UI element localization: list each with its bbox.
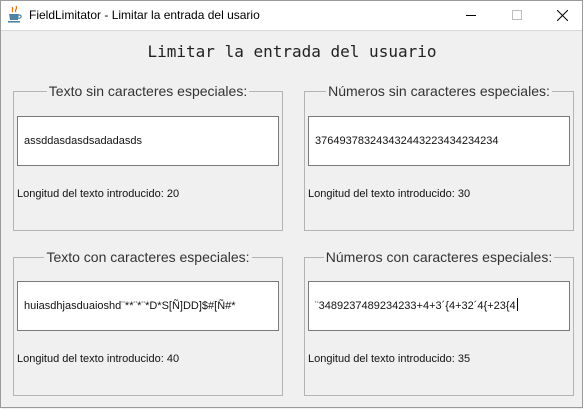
- panel-title: Números con caracteres especiales:: [323, 249, 555, 265]
- length-label: Longitud del texto introducido: 40: [17, 353, 180, 365]
- field-value: huiasdhjasduaioshd¨**¨*¨*D*S[Ñ]DD]$#[Ñ#*: [24, 300, 236, 312]
- length-label: Longitud del texto introducido: 20: [17, 188, 180, 200]
- panel-title: Texto con caracteres especiales:: [44, 249, 252, 265]
- panel-title: Números sin caracteres especiales:: [326, 83, 552, 99]
- length-label: Longitud del texto introducido: 30: [308, 188, 471, 200]
- close-button[interactable]: [539, 0, 585, 30]
- page-title: Limitar la entrada del usuario: [147, 42, 437, 61]
- texto-sin-especiales-input[interactable]: assddasdasdsadadasds: [17, 116, 279, 166]
- maximize-icon: [512, 10, 522, 20]
- minimize-icon: [466, 15, 476, 16]
- texto-con-especiales-input[interactable]: huiasdhjasduaioshd¨**¨*¨*D*S[Ñ]DD]$#[Ñ#*: [17, 281, 279, 331]
- panel-texto-con-especiales: Texto con caracteres especiales: huiasdh…: [13, 249, 283, 396]
- text-caret: [516, 298, 518, 311]
- field-value: assddasdasdsadadasds: [24, 135, 143, 147]
- length-label: Longitud del texto introducido: 35: [308, 353, 471, 365]
- panel-numeros-sin-especiales: Números sin caracteres especiales: 37649…: [304, 83, 574, 231]
- numeros-sin-especiales-input[interactable]: 376493783243432443223434234234: [308, 116, 570, 166]
- java-cup-icon: [8, 6, 22, 23]
- field-value: 376493783243432443223434234234: [315, 135, 499, 147]
- window-content: Limitar la entrada del usuario Texto sin…: [1, 30, 583, 409]
- minimize-button[interactable]: [448, 0, 494, 30]
- field-value: ¨3489237489234233+4+3´{4+32´4{+23{4: [315, 300, 516, 312]
- title-bar[interactable]: FieldLimitator - Limitar la entrada del …: [0, 0, 585, 30]
- panel-numeros-con-especiales: Números con caracteres especiales: ¨3489…: [304, 249, 574, 396]
- panel-texto-sin-especiales: Texto sin caracteres especiales: assddas…: [13, 83, 283, 231]
- panel-title: Texto sin caracteres especiales:: [46, 83, 250, 99]
- window-title: FieldLimitator - Limitar la entrada del …: [29, 8, 260, 22]
- numeros-con-especiales-input[interactable]: ¨3489237489234233+4+3´{4+32´4{+23{4: [308, 281, 570, 331]
- close-icon: [556, 9, 568, 21]
- maximize-button[interactable]: [494, 0, 540, 30]
